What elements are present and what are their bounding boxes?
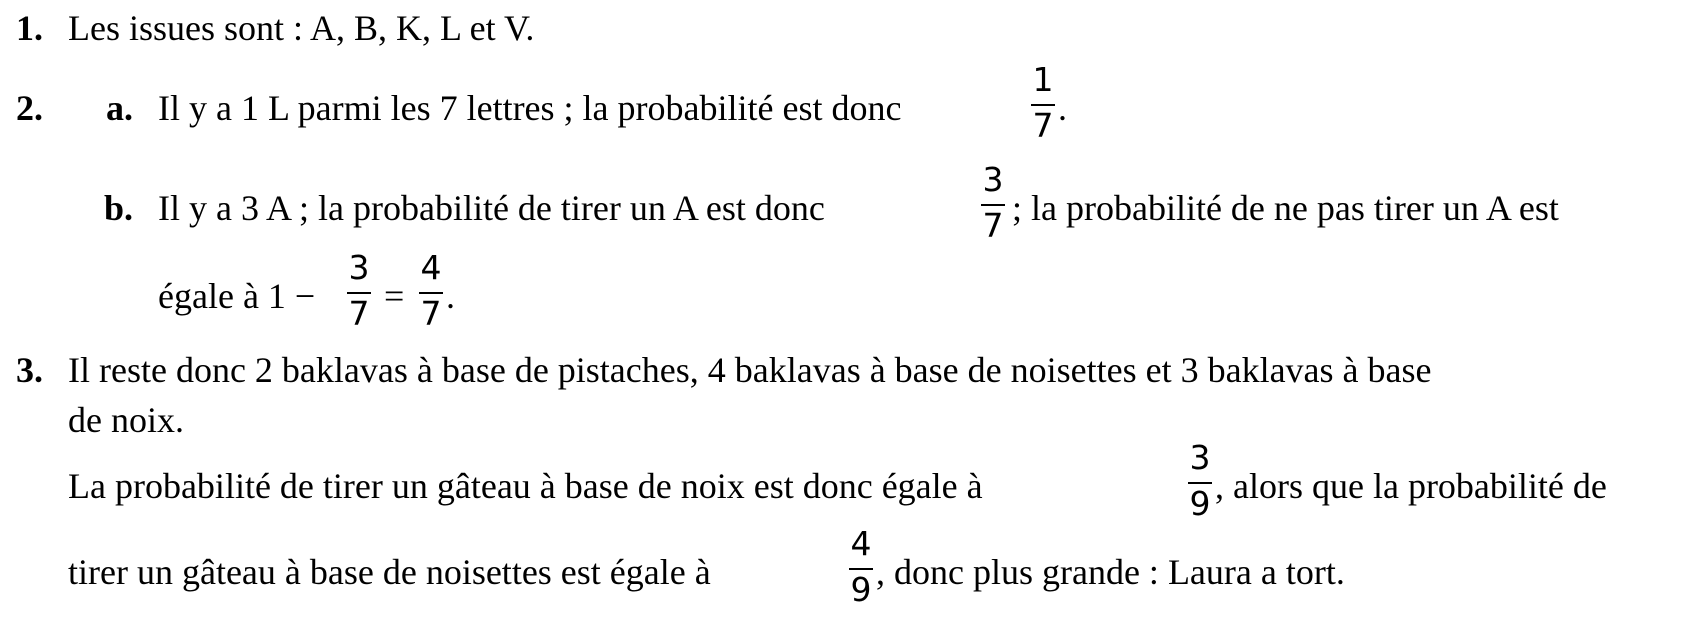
fraction-denominator: 7 — [1032, 106, 1054, 145]
question-3-line-1: Il reste donc 2 baklavas à base de pista… — [68, 350, 1432, 390]
fraction-denominator: 9 — [850, 570, 872, 609]
question-2b-period: . — [446, 276, 455, 316]
question-3-line-4-part1: tirer un gâteau à base de noisettes est … — [68, 552, 711, 592]
question-3-line-4-part2: , donc plus grande : Laura a tort. — [876, 552, 1345, 592]
fraction-denominator: 7 — [982, 206, 1004, 245]
fraction-denominator: 9 — [1189, 484, 1211, 523]
question-1-number: 1. — [16, 8, 43, 48]
equals-sign: = — [384, 276, 405, 316]
question-2b-text-part2: ; la probabilité de ne pas tirer un A es… — [1012, 188, 1559, 228]
question-3-line-3-part1: La probabilité de tirer un gâteau à base… — [68, 466, 983, 506]
question-3-line-3-part2: , alors que la probabilité de — [1215, 466, 1607, 506]
fraction-denominator: 7 — [348, 294, 370, 333]
fraction-numerator: 3 — [1189, 438, 1211, 477]
fraction-numerator: 4 — [420, 248, 442, 287]
question-2a-label: a. — [106, 88, 133, 128]
question-1-text: Les issues sont : A, B, K, L et V. — [68, 8, 535, 48]
fraction-numerator: 4 — [850, 524, 872, 563]
question-2b-text-part1: Il y a 3 A ; la probabilité de tirer un … — [158, 188, 825, 228]
fraction-numerator: 3 — [982, 160, 1004, 199]
fraction-denominator: 7 — [420, 294, 442, 333]
question-2a-period: . — [1058, 88, 1067, 128]
fraction-numerator: 1 — [1032, 60, 1054, 99]
question-2-number: 2. — [16, 88, 43, 128]
question-2b-text-part3: égale à 1 − — [158, 276, 316, 316]
question-3-line-2: de noix. — [68, 400, 184, 440]
question-3-number: 3. — [16, 350, 43, 390]
question-2b-label: b. — [104, 188, 134, 228]
fraction-numerator: 3 — [348, 248, 370, 287]
question-2a-text: Il y a 1 L parmi les 7 lettres ; la prob… — [158, 88, 902, 128]
